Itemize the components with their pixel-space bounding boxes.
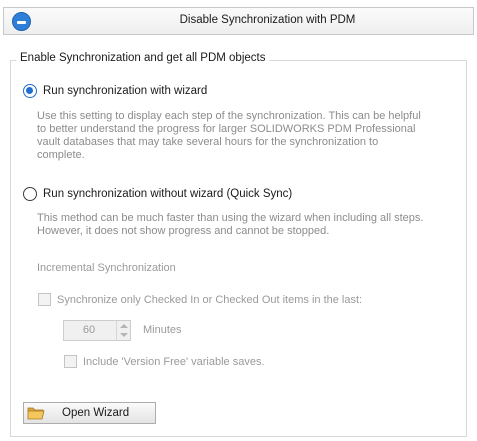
version-free-label: Include 'Version Free' variable saves. <box>83 355 265 368</box>
version-free-checkbox[interactable] <box>64 355 77 368</box>
sync-only-checked-row[interactable]: Synchronize only Checked In or Checked O… <box>38 293 362 306</box>
description-line: to better understand the progress for la… <box>37 123 416 135</box>
description-line: vault databases that may take several ho… <box>37 136 379 148</box>
minutes-unit-label: Minutes <box>143 324 182 336</box>
radio-label-quick-sync: Run synchronization without wizard (Quic… <box>43 188 293 200</box>
open-wizard-label: Open Wizard <box>62 407 130 419</box>
open-folder-icon <box>27 407 45 420</box>
version-free-row[interactable]: Include 'Version Free' variable saves. <box>64 355 265 368</box>
wizard-description: Use this setting to display each step of… <box>37 110 457 162</box>
radio-run-without-wizard[interactable]: Run synchronization without wizard (Quic… <box>23 187 292 201</box>
description-line: However, it does not show progress and c… <box>37 225 330 237</box>
radio-button-checked[interactable] <box>23 84 37 98</box>
minutes-stepper[interactable]: 60 <box>63 320 131 341</box>
sync-only-label: Synchronize only Checked In or Checked O… <box>57 293 363 306</box>
sync-only-checkbox[interactable] <box>38 293 51 306</box>
description-line: Use this setting to display each step of… <box>37 110 421 122</box>
radio-label-wizard: Run synchronization with wizard <box>43 85 208 97</box>
description-line: This method can be much faster than usin… <box>37 212 424 224</box>
minutes-value[interactable]: 60 <box>64 324 114 336</box>
chevron-down-icon[interactable] <box>120 333 128 337</box>
open-wizard-button[interactable]: Open Wizard <box>23 402 156 424</box>
stepper-arrows[interactable] <box>116 321 130 340</box>
description-line: complete. <box>37 149 85 161</box>
group-legend: Enable Synchronization and get all PDM o… <box>16 52 270 64</box>
sync-toggle-header[interactable]: Disable Synchronization with PDM <box>3 7 474 35</box>
chevron-up-icon[interactable] <box>120 324 128 328</box>
radio-run-with-wizard[interactable]: Run synchronization with wizard <box>23 84 207 98</box>
collapse-minus-icon[interactable] <box>12 12 31 31</box>
incremental-section-label: Incremental Synchronization <box>37 262 176 274</box>
radio-button-unchecked[interactable] <box>23 187 37 201</box>
header-title: Disable Synchronization with PDM <box>179 14 356 26</box>
quick-sync-description: This method can be much faster than usin… <box>37 212 457 238</box>
